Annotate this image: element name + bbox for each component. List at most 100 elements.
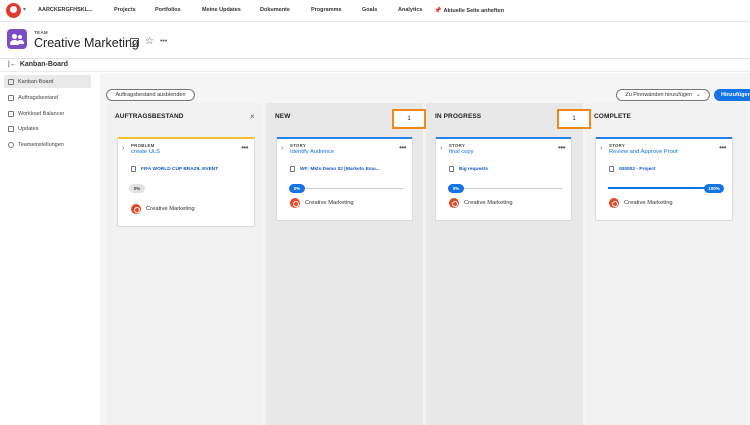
sidebar-item-workload-balancer[interactable]: Workload Balancer bbox=[4, 107, 91, 120]
card-title[interactable]: Identify Audience bbox=[290, 149, 334, 155]
team-label: TEAM bbox=[34, 30, 48, 35]
nav-meine-updates[interactable]: Meine Updates bbox=[202, 7, 241, 13]
card-project-label: WF: Mkto Demo 02 [Marketo Ema... bbox=[300, 166, 380, 172]
column-count-new[interactable]: 1 bbox=[392, 109, 426, 129]
card-project[interactable]: Big requests bbox=[449, 166, 488, 172]
sidebar-item-label: Teameinstellungen bbox=[18, 141, 64, 148]
card-type: STORY bbox=[290, 143, 307, 148]
nav-projects[interactable]: Projects bbox=[114, 7, 136, 13]
list-icon bbox=[8, 94, 14, 101]
board-title: Kanban-Board bbox=[19, 61, 69, 68]
kanban-card[interactable]: › STORY Identify Audience ••• WF: Mkto D… bbox=[276, 137, 413, 221]
sidebar-item-teameinstellungen[interactable]: Teameinstellungen bbox=[4, 138, 91, 151]
more-icon[interactable]: ••• bbox=[160, 36, 167, 48]
sidebar-item-updates[interactable]: Updates bbox=[4, 122, 91, 135]
card-type: STORY bbox=[609, 143, 626, 148]
star-icon[interactable]: ☆ bbox=[145, 36, 154, 48]
app-logo-icon[interactable] bbox=[6, 3, 21, 18]
header-actions: ☆ ••• bbox=[130, 36, 167, 48]
nav-analytics[interactable]: Analytics bbox=[398, 7, 422, 13]
card-project[interactable]: FIFA WORLD CUP BRAZIL EVENT bbox=[131, 166, 218, 172]
nav-pin-page[interactable]: 📌 Aktuelle Seite anheften bbox=[434, 7, 504, 14]
top-navigation: ▾ AARCKERGFHSKL... Projects Portfolios M… bbox=[0, 0, 750, 22]
kanban-card[interactable]: › STORY Review and Approve Proof ••• 000… bbox=[595, 137, 733, 221]
gear-icon bbox=[8, 141, 14, 148]
back-arrow-icon[interactable]: |← bbox=[8, 61, 17, 68]
card-owner-label: Creative Marketing bbox=[624, 200, 673, 206]
kanban-card[interactable]: › STORY final copy ••• Big requests 0% C… bbox=[435, 137, 572, 221]
sidebar: Kanban-Board Auftragsbestand Workload Ba… bbox=[0, 73, 100, 425]
page-title: Creative Marketing bbox=[34, 36, 139, 50]
pin-boards-label: Zu Pinnwänden hinzufügen bbox=[625, 92, 693, 98]
card-owner-label: Creative Marketing bbox=[464, 200, 513, 206]
checkbox-icon[interactable] bbox=[130, 37, 139, 47]
pin-boards-dropdown[interactable]: Zu Pinnwänden hinzufügen ⌄ bbox=[616, 89, 710, 101]
nav-portfolios[interactable]: Portfolios bbox=[155, 7, 181, 13]
pin-page-label: Aktuelle Seite anheften bbox=[443, 8, 505, 14]
board-breadcrumb: |← Kanban-Board bbox=[8, 61, 68, 68]
chevron-right-icon[interactable]: › bbox=[440, 145, 442, 152]
card-owner[interactable]: Creative Marketing bbox=[131, 204, 195, 214]
card-project-label: FIFA WORLD CUP BRAZIL EVENT bbox=[141, 166, 219, 172]
nav-workspace[interactable]: AARCKERGFHSKL... bbox=[38, 7, 93, 13]
owner-avatar-icon bbox=[290, 198, 300, 208]
divider bbox=[0, 71, 750, 72]
pin-icon: 📌 bbox=[434, 8, 442, 14]
project-icon bbox=[131, 166, 136, 172]
column-title: NEW bbox=[275, 113, 291, 120]
card-project-label: 000002 - Project bbox=[619, 166, 656, 172]
owner-avatar-icon bbox=[609, 198, 619, 208]
kanban-card[interactable]: › PROBLEM create ULS ••• FIFA WORLD CUP … bbox=[117, 137, 255, 227]
card-project[interactable]: 000002 - Project bbox=[609, 166, 656, 172]
add-button[interactable]: Hinzufügen bbox=[714, 89, 750, 101]
owner-avatar-icon bbox=[131, 204, 141, 214]
chevron-right-icon[interactable]: › bbox=[600, 145, 602, 152]
nav-goals[interactable]: Goals bbox=[362, 7, 377, 13]
sidebar-item-kanban-board[interactable]: Kanban-Board bbox=[4, 75, 91, 88]
updates-icon bbox=[8, 125, 14, 132]
more-icon[interactable]: ••• bbox=[719, 143, 726, 152]
chevron-right-icon[interactable]: › bbox=[122, 145, 124, 152]
project-icon bbox=[609, 166, 614, 172]
project-icon bbox=[449, 166, 454, 172]
progress-track bbox=[448, 188, 562, 189]
hide-backlog-button[interactable]: Auftragsbestand ausblenden bbox=[106, 89, 195, 101]
sidebar-item-auftragsbestand[interactable]: Auftragsbestand bbox=[4, 91, 91, 104]
progress-badge: 0% bbox=[129, 184, 145, 193]
card-title[interactable]: final copy bbox=[449, 149, 474, 155]
column-count-in-progress[interactable]: 1 bbox=[557, 109, 591, 129]
card-owner[interactable]: Creative Marketing bbox=[609, 198, 673, 208]
card-title[interactable]: Review and Approve Proof bbox=[609, 149, 678, 155]
card-owner[interactable]: Creative Marketing bbox=[290, 198, 354, 208]
column-title: AUFTRAGSBESTAND bbox=[115, 113, 184, 120]
owner-avatar-icon bbox=[449, 198, 459, 208]
close-icon[interactable]: × bbox=[250, 112, 255, 121]
board-icon bbox=[8, 78, 14, 85]
chevron-down-icon[interactable]: ▾ bbox=[23, 6, 26, 13]
nav-dokumente[interactable]: Dokumente bbox=[260, 7, 290, 13]
divider bbox=[0, 58, 750, 59]
card-owner-label: Creative Marketing bbox=[146, 206, 195, 212]
nav-programme[interactable]: Programme bbox=[311, 7, 342, 13]
card-owner-label: Creative Marketing bbox=[305, 200, 354, 206]
workload-icon bbox=[8, 110, 14, 117]
card-project-label: Big requests bbox=[459, 166, 489, 172]
column-title: IN PROGRESS bbox=[435, 113, 482, 120]
sidebar-item-label: Updates bbox=[18, 125, 39, 132]
chevron-down-icon: ⌄ bbox=[696, 92, 701, 98]
sidebar-item-label: Auftragsbestand bbox=[18, 94, 59, 101]
card-owner[interactable]: Creative Marketing bbox=[449, 198, 513, 208]
progress-badge: 100% bbox=[704, 184, 724, 193]
card-type: STORY bbox=[449, 143, 466, 148]
more-icon[interactable]: ••• bbox=[558, 143, 565, 152]
progress-track bbox=[289, 188, 403, 189]
card-project[interactable]: WF: Mkto Demo 02 [Marketo Ema... bbox=[290, 166, 380, 172]
chevron-right-icon[interactable]: › bbox=[281, 145, 283, 152]
card-title[interactable]: create ULS bbox=[131, 149, 160, 155]
project-icon bbox=[290, 166, 295, 172]
more-icon[interactable]: ••• bbox=[399, 143, 406, 152]
sidebar-item-label: Kanban-Board bbox=[18, 78, 54, 85]
more-icon[interactable]: ••• bbox=[241, 143, 248, 152]
card-type: PROBLEM bbox=[131, 143, 155, 148]
sidebar-item-label: Workload Balancer bbox=[18, 110, 65, 117]
